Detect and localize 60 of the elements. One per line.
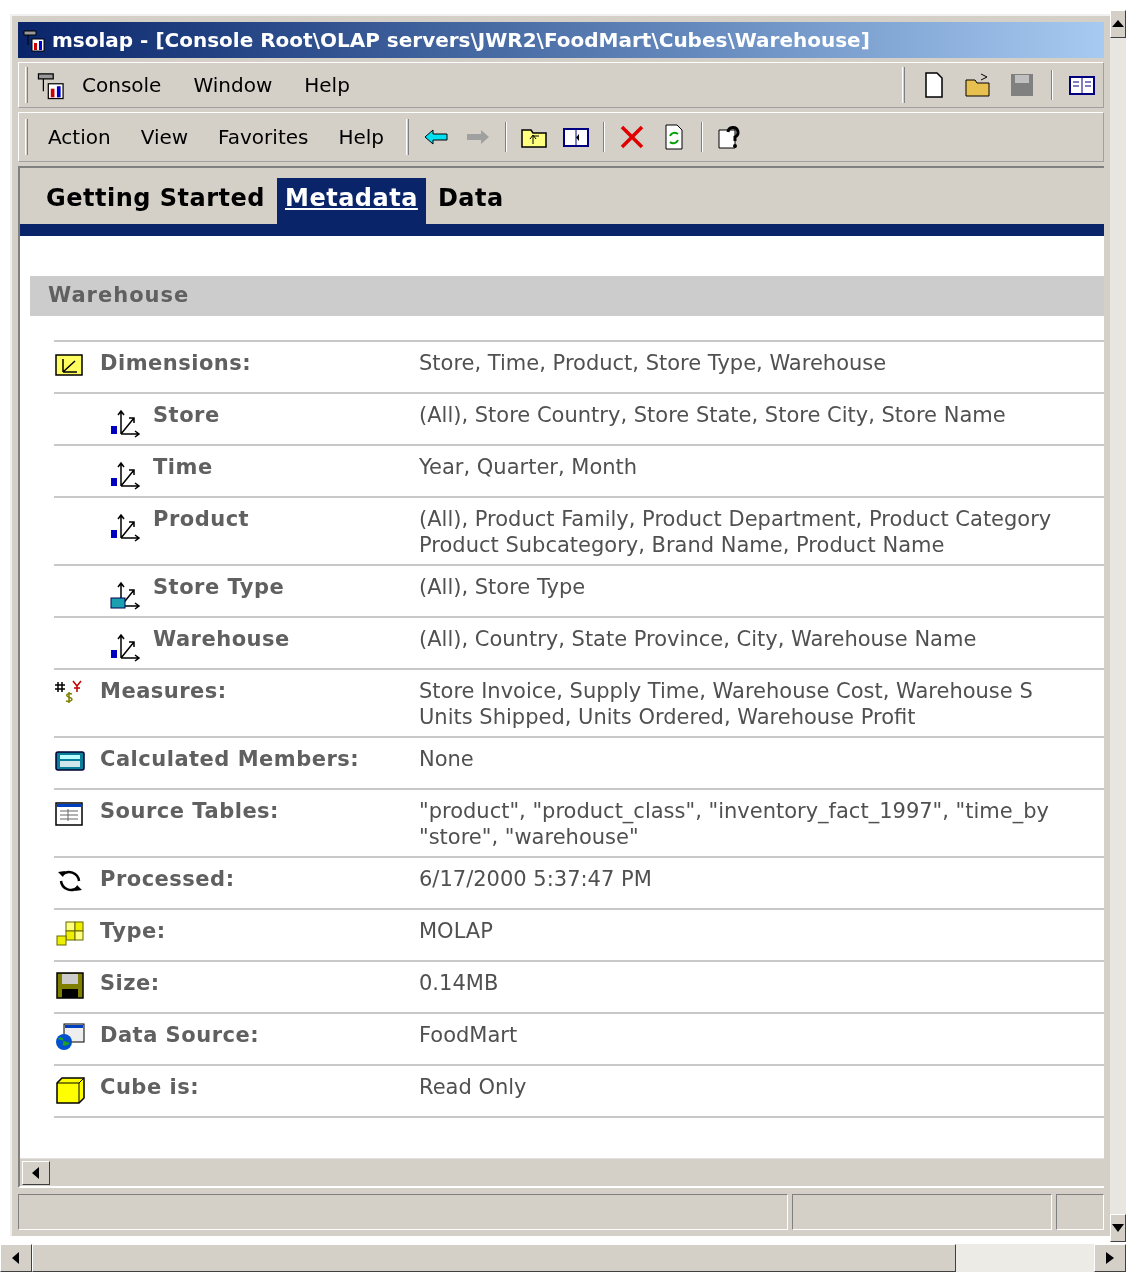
- right-arrow-icon[interactable]: [1106, 1252, 1114, 1264]
- property-value: FoodMart: [419, 1022, 518, 1048]
- property-value: "store", "warehouse": [419, 824, 640, 850]
- down-arrow-icon[interactable]: [1112, 1224, 1124, 1232]
- property-label: Type:: [100, 918, 166, 944]
- property-value: Read Only: [419, 1074, 527, 1100]
- tab[interactable]: Data: [429, 178, 512, 224]
- property-value: Year, Quarter, Month: [419, 454, 638, 480]
- property-label: Dimensions:: [100, 350, 252, 376]
- tab[interactable]: Getting Started: [38, 178, 273, 224]
- property-label: Data Source:: [100, 1022, 260, 1048]
- menu-item[interactable]: Help: [304, 70, 350, 100]
- scroll-left-button[interactable]: [22, 1160, 50, 1185]
- property-value: (All), Country, State Province, City, Warehouse Name: [419, 626, 977, 652]
- globe-window-icon: [54, 1022, 86, 1052]
- horizontal-scrollbar[interactable]: [20, 1158, 1104, 1186]
- property-label: Calculated Members:: [100, 746, 360, 772]
- axes-table-icon: [109, 580, 143, 610]
- left-arrow-icon[interactable]: [32, 1166, 40, 1179]
- axes-icon: [109, 512, 143, 542]
- dimension-name: Store Type: [153, 574, 285, 600]
- dimension-name: Warehouse: [153, 626, 290, 652]
- property-value: "product", "product_class", "inventory_fact_1997", "time_by: [419, 798, 1049, 824]
- menu-item[interactable]: Favorites: [218, 122, 309, 152]
- property-value: 0.14MB: [419, 970, 499, 996]
- property-value: (All), Store Type: [419, 574, 586, 600]
- property-value: Units Shipped, Units Ordered, Warehouse Profit: [419, 704, 917, 730]
- axes-icon: [109, 632, 143, 662]
- property-value: Product Subcategory, Brand Name, Product Name: [419, 532, 946, 558]
- property-value: (All), Store Country, Store State, Store City, Store Name: [419, 402, 1006, 428]
- dimension-name: Store: [153, 402, 220, 428]
- section-title: Warehouse: [48, 282, 190, 310]
- property-value: 6/17/2000 5:37:47 PM: [419, 866, 652, 892]
- property-value: Store, Time, Product, Store Type, Warehouse: [419, 350, 887, 376]
- menu-item[interactable]: Window: [193, 70, 273, 100]
- window-title: msolap - [Console Root\OLAP servers\JWR2\FoodMart\Cubes\Warehouse]: [52, 27, 870, 54]
- axes-icon: [109, 460, 143, 490]
- menu-item[interactable]: View: [140, 122, 189, 152]
- up-arrow-icon[interactable]: [1112, 20, 1124, 28]
- property-value: Store Invoice, Supply Time, Warehouse Cost, Warehouse S: [419, 678, 1033, 704]
- menu-item[interactable]: Help: [338, 122, 385, 152]
- dimension-name: Product: [153, 506, 250, 532]
- tab[interactable]: Metadata: [277, 178, 426, 224]
- property-value: (All), Product Family, Product Department, Product Category: [419, 506, 1052, 532]
- menu-item[interactable]: Console: [82, 70, 162, 100]
- dimension-name: Time: [153, 454, 213, 480]
- menu-item[interactable]: Action: [48, 122, 111, 152]
- bottom-scrollbar[interactable]: [0, 1244, 1126, 1272]
- property-label: Size:: [100, 970, 160, 996]
- property-label: Cube is:: [100, 1074, 200, 1100]
- property-label: Measures:: [100, 678, 227, 704]
- cubes-icon: [54, 918, 86, 948]
- property-value: MOLAP: [419, 918, 493, 944]
- axes-icon: [109, 408, 143, 438]
- cube-icon: [54, 1074, 86, 1104]
- vertical-scrollbar[interactable]: [1110, 10, 1126, 1242]
- property-label: Processed:: [100, 866, 235, 892]
- property-value: None: [419, 746, 474, 772]
- left-arrow-icon[interactable]: [12, 1252, 20, 1264]
- property-label: Source Tables:: [100, 798, 280, 824]
